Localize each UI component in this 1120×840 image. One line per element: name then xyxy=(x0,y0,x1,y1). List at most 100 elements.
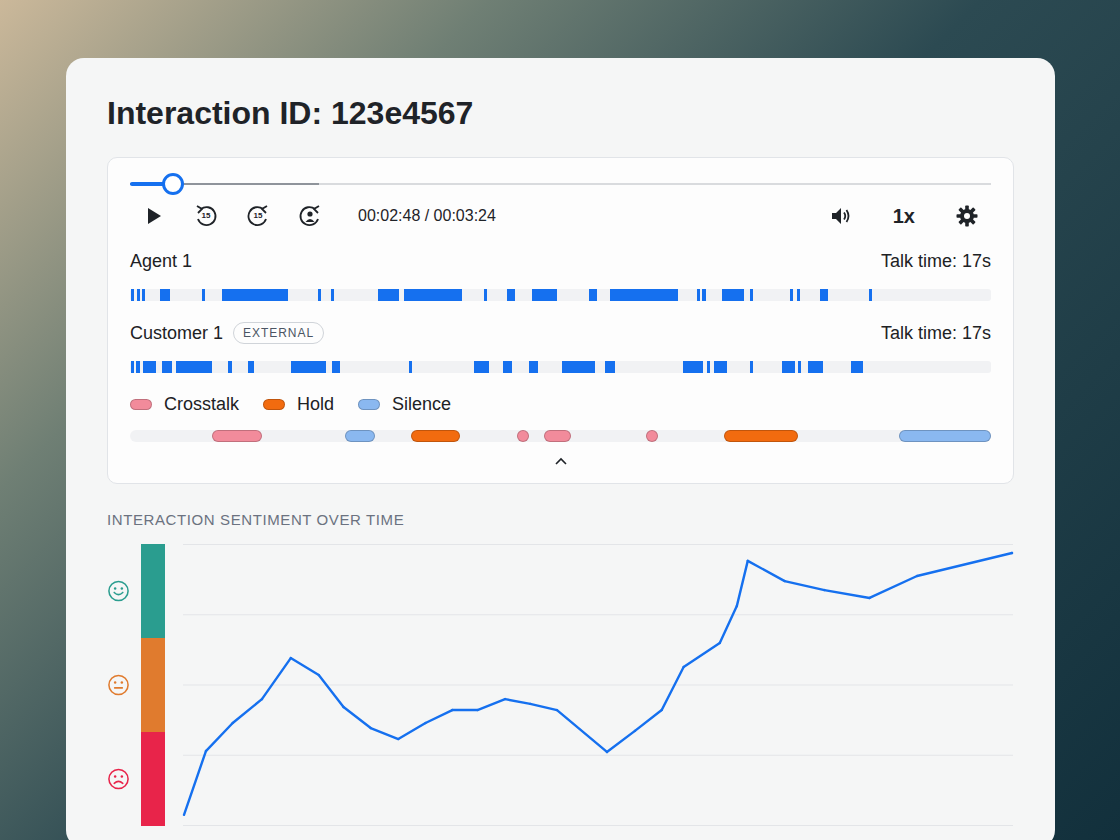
talk-segment xyxy=(332,361,340,373)
event-track xyxy=(130,430,991,442)
sentiment-chart xyxy=(107,544,1014,826)
talk-segment xyxy=(782,361,795,373)
talk-segment xyxy=(404,289,463,301)
sentiment-line-segment xyxy=(291,658,319,675)
talk-segment xyxy=(532,289,557,301)
event-crosstalk[interactable] xyxy=(517,430,528,442)
grid-line xyxy=(183,825,1013,826)
neutral-face-icon xyxy=(107,673,130,697)
sentiment-line-segment xyxy=(557,710,607,752)
speed-button[interactable]: 1x xyxy=(893,201,915,231)
talk-segment xyxy=(318,289,321,301)
talk-segment xyxy=(790,289,793,301)
legend-item: Hold xyxy=(263,394,334,414)
skip-seconds: 15 xyxy=(194,211,218,221)
chevron-up-icon xyxy=(554,456,568,466)
event-silence[interactable] xyxy=(345,430,374,442)
sentiment-line-segment xyxy=(344,707,371,728)
play-icon xyxy=(146,207,162,225)
talk-segment xyxy=(798,361,801,373)
speaker-name: Agent 1 xyxy=(130,248,192,275)
face-cell xyxy=(107,544,130,638)
negative-face-icon xyxy=(107,767,130,791)
sentiment-line-segment xyxy=(262,658,291,699)
sentiment-line-segment xyxy=(477,699,505,710)
event-hold[interactable] xyxy=(411,430,460,442)
face-cell xyxy=(107,732,130,826)
backdrop: Interaction ID: 123e4567 15 15 00:02:48 / … xyxy=(0,0,1120,840)
collapse-toggle[interactable] xyxy=(130,456,991,468)
event-hold[interactable] xyxy=(724,430,798,442)
talk-segment xyxy=(162,361,172,373)
sentiment-line-segment xyxy=(662,667,684,710)
playback-time: 00:02:48 / 00:03:24 xyxy=(358,204,496,228)
event-crosstalk[interactable] xyxy=(212,430,262,442)
sentiment-band xyxy=(141,638,165,732)
event-crosstalk[interactable] xyxy=(646,430,658,442)
speaker-header: Agent 1 Talk time: 17s xyxy=(130,249,991,273)
sentiment-line-segment xyxy=(233,699,262,723)
talk-segment xyxy=(562,361,595,373)
volume-icon xyxy=(829,204,853,228)
talk-segment xyxy=(409,361,412,373)
playback-controls: 15 15 00:02:48 / 00:03:24 xyxy=(142,204,496,228)
talk-segment xyxy=(222,289,288,301)
sentiment-line-segment xyxy=(319,675,344,707)
seek-slider[interactable] xyxy=(130,175,991,193)
seek-thumb[interactable] xyxy=(162,173,184,195)
talk-segment xyxy=(820,289,829,301)
event-legend: CrosstalkHoldSilence xyxy=(130,394,991,414)
speaker-row: Customer 1EXTERNALTalk time: 17s xyxy=(130,321,991,373)
positive-face-icon xyxy=(107,579,130,603)
speaker-track xyxy=(130,289,991,301)
volume-button[interactable] xyxy=(829,204,853,228)
sentiment-line-segment xyxy=(607,731,635,752)
controls-row: 15 15 00:02:48 / 00:03:24 1x xyxy=(130,204,991,228)
play-button[interactable] xyxy=(142,204,166,228)
grid-line xyxy=(183,544,1013,545)
talk-segment xyxy=(136,361,140,373)
talk-segment xyxy=(750,289,753,301)
legend-swatch xyxy=(130,399,152,410)
talk-segment xyxy=(228,361,232,373)
sentiment-line-segment xyxy=(530,704,557,710)
grid-line xyxy=(183,614,1013,615)
talk-segment xyxy=(142,289,145,301)
player-panel: 15 15 00:02:48 / 00:03:24 1x Agent 1 Talk t… xyxy=(107,157,1014,484)
talk-segment xyxy=(291,361,326,373)
event-silence[interactable] xyxy=(899,430,991,442)
skip-forward-button[interactable]: 15 xyxy=(246,204,270,228)
legend-swatch xyxy=(358,399,380,410)
grid-line xyxy=(183,755,1013,756)
sentiment-band xyxy=(141,544,165,638)
speaker-row: Agent 1 Talk time: 17s xyxy=(130,249,991,301)
legend-label: Hold xyxy=(297,394,334,414)
speaker-jump-icon xyxy=(298,204,322,228)
sentiment-faces xyxy=(107,544,130,826)
interaction-card: Interaction ID: 123e4567 15 15 00:02:48 / … xyxy=(66,58,1055,840)
talk-time: Talk time: 17s xyxy=(881,248,991,275)
talk-segment xyxy=(176,361,212,373)
sentiment-line-segment xyxy=(870,576,917,598)
talk-segment xyxy=(808,361,823,373)
speaker-name: Customer 1 xyxy=(130,320,223,347)
talk-segment xyxy=(131,361,134,373)
legend-item: Crosstalk xyxy=(130,394,239,414)
next-speaker-button[interactable] xyxy=(298,204,322,228)
skip-back-button[interactable]: 15 xyxy=(194,204,218,228)
sentiment-line-segment xyxy=(720,606,737,643)
speaker-label: Customer 1 EXTERNAL xyxy=(130,320,324,347)
speaker-badge: EXTERNAL xyxy=(233,322,324,344)
sentiment-line-segment xyxy=(206,723,233,751)
speaker-header: Customer 1EXTERNALTalk time: 17s xyxy=(130,321,991,345)
talk-segment xyxy=(750,361,753,373)
talk-segment xyxy=(529,361,538,373)
talk-segment xyxy=(160,289,170,301)
settings-button[interactable] xyxy=(955,204,979,228)
face-cell xyxy=(107,638,130,732)
interaction-title: Interaction ID: 123e4567 xyxy=(107,94,1014,132)
speaker-track xyxy=(130,361,991,373)
gear-icon xyxy=(955,204,979,228)
event-crosstalk[interactable] xyxy=(544,430,571,442)
talk-segment xyxy=(707,361,710,373)
